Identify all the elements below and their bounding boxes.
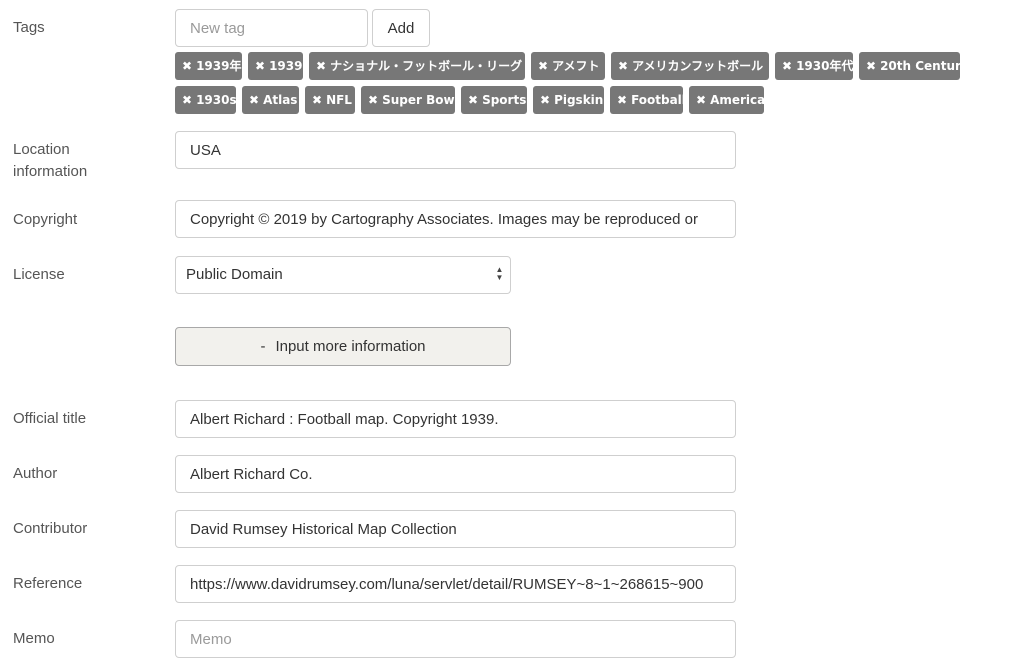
official-title-label: Official title <box>13 410 87 427</box>
remove-tag-icon[interactable]: ✖ <box>368 93 378 107</box>
memo-input[interactable] <box>175 620 736 658</box>
copyright-label: Copyright <box>13 211 78 228</box>
remove-tag-icon[interactable]: ✖ <box>540 93 550 107</box>
remove-tag-icon[interactable]: ✖ <box>617 93 627 107</box>
location-label-line2: information <box>13 163 88 180</box>
tag-label: 1939年 <box>196 59 242 73</box>
remove-tag-icon[interactable]: ✖ <box>312 93 322 107</box>
input-more-information-button[interactable]: - Input more information <box>175 327 511 366</box>
tag-label: Football <box>631 93 686 107</box>
remove-tag-icon[interactable]: ✖ <box>696 93 706 107</box>
author-label: Author <box>13 465 58 482</box>
copyright-input[interactable] <box>175 200 736 238</box>
tag-label: America <box>710 93 766 107</box>
tag-label: アメリカンフットボール <box>632 59 764 73</box>
tag-chip[interactable]: ✖ アメリカンフットボール <box>611 52 769 80</box>
tag-chip[interactable]: ✖ Pigskin <box>533 86 604 114</box>
tag-label: Pigskin <box>554 93 604 107</box>
tag-label: Sports <box>482 93 527 107</box>
tag-label: ナショナル・フットボール・リーグ <box>330 59 523 73</box>
location-label-line1: Location <box>13 141 70 158</box>
new-tag-input[interactable] <box>175 9 368 47</box>
more-button-label: Input more information <box>275 338 426 355</box>
remove-tag-icon[interactable]: ✖ <box>255 59 265 73</box>
tag-label: 20th Century <box>880 59 969 73</box>
tag-chip[interactable]: ✖ 1939年 <box>175 52 242 80</box>
location-label: Location information <box>13 139 87 183</box>
contributor-label: Contributor <box>13 520 88 537</box>
add-tag-button[interactable]: Add <box>372 9 430 47</box>
select-arrows-icon: ▲ ▼ <box>495 266 504 282</box>
tag-chip[interactable]: ✖ ナショナル・フットボール・リーグ <box>309 52 525 80</box>
tag-label: 1930年代 <box>796 59 854 73</box>
tag-chip[interactable]: ✖ NFL <box>305 86 355 114</box>
license-selected-value: Public Domain <box>186 266 283 283</box>
tag-chip[interactable]: ✖ Football <box>610 86 686 114</box>
tag-label: Atlas <box>263 93 298 107</box>
tag-label: NFL <box>326 93 352 107</box>
contributor-input[interactable] <box>175 510 736 548</box>
tag-chip[interactable]: ✖ 1930年代 <box>775 52 853 80</box>
tag-chip[interactable]: ✖ Super Bowl <box>361 86 459 114</box>
tag-chip[interactable]: ✖ America <box>689 86 766 114</box>
remove-tag-icon[interactable]: ✖ <box>182 93 192 107</box>
remove-tag-icon[interactable]: ✖ <box>618 59 628 73</box>
tag-chip[interactable]: ✖ 1939 <box>248 52 303 80</box>
license-select[interactable]: Public Domain ▲ ▼ <box>175 256 511 294</box>
minus-icon: - <box>260 338 266 355</box>
tag-chip[interactable]: ✖ 1930s <box>175 86 237 114</box>
remove-tag-icon[interactable]: ✖ <box>316 59 326 73</box>
license-label: License <box>13 266 65 283</box>
reference-label: Reference <box>13 575 83 592</box>
remove-tag-icon[interactable]: ✖ <box>782 59 792 73</box>
tags-label: Tags <box>13 19 45 36</box>
official-title-input[interactable] <box>175 400 736 438</box>
tag-chip[interactable]: ✖ Sports <box>461 86 527 114</box>
location-input[interactable] <box>175 131 736 169</box>
remove-tag-icon[interactable]: ✖ <box>866 59 876 73</box>
remove-tag-icon[interactable]: ✖ <box>182 59 192 73</box>
tag-chip[interactable]: ✖ Atlas <box>242 86 299 114</box>
tag-label: 1930s <box>196 93 237 107</box>
reference-input[interactable] <box>175 565 736 603</box>
arrow-down-icon: ▼ <box>495 273 504 282</box>
tag-chip[interactable]: ✖ 20th Century <box>859 52 969 80</box>
tag-label: アメフト <box>552 59 600 73</box>
author-input[interactable] <box>175 455 736 493</box>
memo-label: Memo <box>13 630 55 647</box>
tag-label: Super Bowl <box>382 93 459 107</box>
remove-tag-icon[interactable]: ✖ <box>538 59 548 73</box>
remove-tag-icon[interactable]: ✖ <box>249 93 259 107</box>
remove-tag-icon[interactable]: ✖ <box>468 93 478 107</box>
tag-chip[interactable]: ✖ アメフト <box>531 52 605 80</box>
tag-label: 1939 <box>269 59 303 73</box>
